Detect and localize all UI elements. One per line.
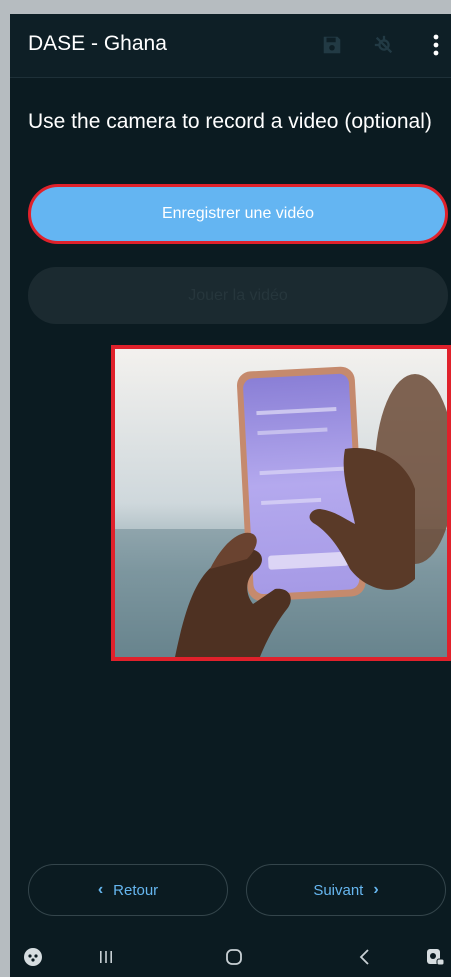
more-vert-icon[interactable] <box>424 32 448 58</box>
thumbnail-image <box>115 349 447 657</box>
next-label: Suivant <box>313 881 364 899</box>
chevron-right-icon: › <box>373 881 379 898</box>
app-bar: DASE - Ghana <box>10 14 451 78</box>
app-title: DASE - Ghana <box>28 32 167 55</box>
home-icon[interactable] <box>222 946 246 968</box>
back-icon[interactable] <box>354 946 376 968</box>
save-icon[interactable] <box>320 33 344 57</box>
next-button[interactable]: Suivant › <box>246 864 446 916</box>
question-label: Use the camera to record a video (option… <box>28 110 432 133</box>
system-navigation-bar <box>10 937 451 977</box>
assistant-icon[interactable] <box>424 945 446 969</box>
game-launcher-icon[interactable] <box>22 946 44 968</box>
back-button[interactable]: ‹ Retour <box>28 864 228 916</box>
record-video-button[interactable]: Enregistrer une vidéo <box>28 184 448 244</box>
back-label: Retour <box>113 881 159 899</box>
status-strip <box>10 0 451 14</box>
app-screen: DASE - Ghana Use the camera to record a … <box>10 0 451 977</box>
chevron-left-icon: ‹ <box>97 881 104 898</box>
recent-apps-icon[interactable] <box>94 946 118 968</box>
video-thumbnail <box>111 345 451 661</box>
play-video-button: Jouer la vidéo <box>28 267 448 324</box>
gps-off-icon[interactable] <box>372 33 396 57</box>
